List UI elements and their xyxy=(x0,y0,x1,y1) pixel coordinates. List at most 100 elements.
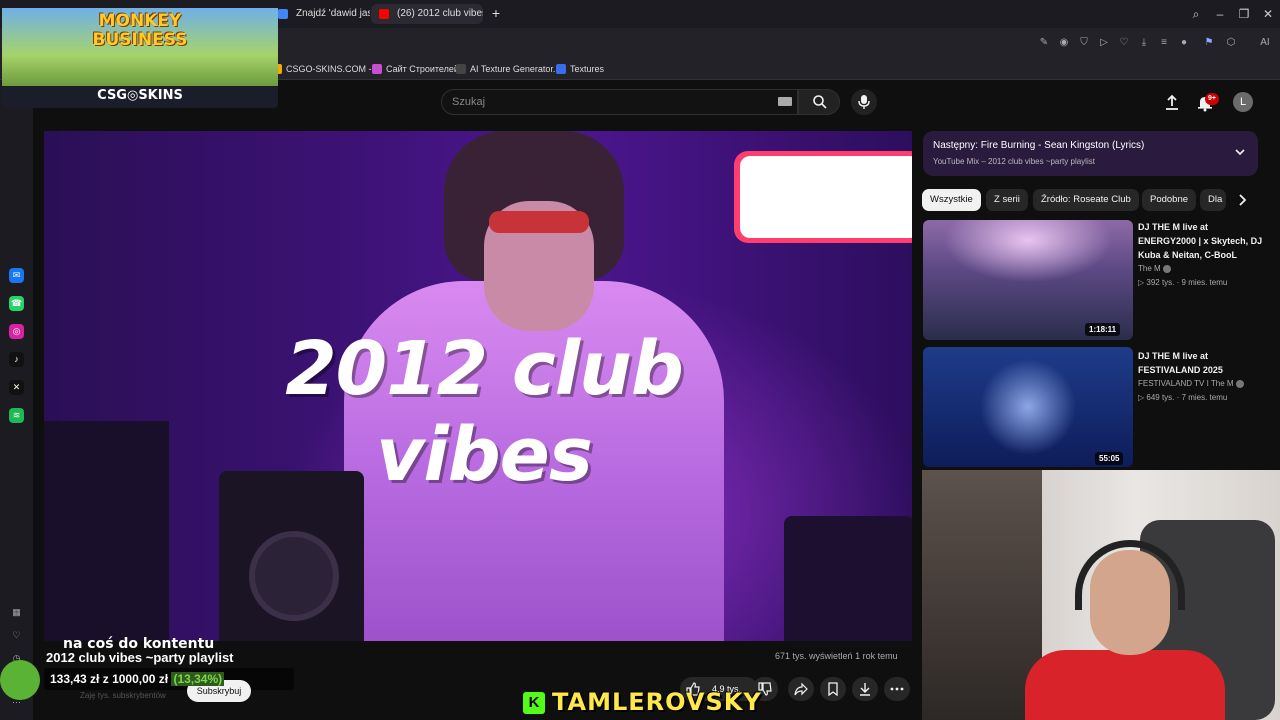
bookmark-builders[interactable]: Сайт Строителей xyxy=(372,62,459,76)
menu-icon[interactable]: ≡ xyxy=(1157,36,1171,50)
video-frame-speaker-cone xyxy=(249,531,339,621)
sponsor-title-line: BUSINESS xyxy=(92,30,188,50)
video-player[interactable]: 2012 club vibes xyxy=(44,131,912,641)
age: 9 mies. temu xyxy=(1181,278,1228,287)
cube-icon[interactable]: ⬡ xyxy=(1224,36,1238,50)
maximize-icon[interactable]: ❐ xyxy=(1236,6,1252,22)
video-overlay-title: 2012 club vibes xyxy=(285,326,684,498)
recommendation-thumbnail[interactable]: 55:05 xyxy=(923,347,1133,467)
download-button[interactable] xyxy=(852,677,878,701)
upload-icon[interactable] xyxy=(1163,94,1181,112)
save-button[interactable] xyxy=(820,677,846,701)
textures-icon xyxy=(556,64,566,74)
edit-icon[interactable]: ✎ xyxy=(1037,36,1051,50)
video-frame-shelf xyxy=(44,421,169,641)
search-input[interactable]: Szukaj xyxy=(441,89,798,115)
donation-separator: z xyxy=(102,672,109,686)
camera-icon[interactable]: ◉ xyxy=(1057,36,1071,50)
chevron-down-icon[interactable] xyxy=(1234,146,1246,158)
kick-logo-icon: K xyxy=(523,692,545,714)
download-icon[interactable]: ⤓ xyxy=(1137,36,1151,50)
age: 7 mies. temu xyxy=(1181,393,1228,402)
profile-icon[interactable]: ● xyxy=(1177,36,1191,50)
share-button[interactable] xyxy=(788,677,814,701)
minimize-icon[interactable]: – xyxy=(1212,6,1228,22)
site-icon xyxy=(372,64,382,74)
extension-icon[interactable]: ⚑ xyxy=(1202,36,1216,50)
views: 649 tys. xyxy=(1146,393,1175,402)
donation-current: 133,43 zł xyxy=(50,672,100,686)
bookmark-ai-texture[interactable]: AI Texture Generator... xyxy=(456,62,560,76)
bookmark-label: Сайт Строителей xyxy=(386,64,459,74)
play-icon[interactable]: ▷ xyxy=(1097,36,1111,50)
bookmark-icon xyxy=(828,682,838,696)
new-tab-button[interactable]: + xyxy=(488,5,504,21)
stream-alert-box-inner xyxy=(740,156,912,238)
video-title: 2012 club vibes ~party playlist xyxy=(46,650,234,665)
channel-name: The M xyxy=(1138,264,1161,273)
avatar[interactable]: L xyxy=(1233,92,1253,112)
recommendation-title[interactable]: DJ THE M live at ENERGY2000 | x Skytech,… xyxy=(1138,220,1263,262)
video-stats: 671 tys. wyświetleń 1 rok temu xyxy=(775,651,898,661)
play-icon: ▷ xyxy=(1138,393,1145,402)
views: 392 tys. xyxy=(1146,278,1175,287)
download-icon xyxy=(860,683,870,696)
chip-similar[interactable]: Podobne xyxy=(1142,189,1197,211)
recommendation-stats: ▷ 649 tys. · 7 mies. temu xyxy=(1138,393,1228,402)
bookmark-label: AI Texture Generator... xyxy=(470,64,561,74)
chip-all[interactable]: Wszystkie xyxy=(922,189,981,211)
sponsor-game-title: MONKEY BUSINESS xyxy=(80,12,200,50)
chip-source[interactable]: Źródło: Roseate Club xyxy=(1033,189,1139,211)
chevron-right-icon[interactable] xyxy=(1234,192,1250,208)
recommendation-channel[interactable]: The M xyxy=(1138,264,1171,273)
heart-icon[interactable]: ♡ xyxy=(9,628,24,643)
upload-age: 1 rok temu xyxy=(855,651,898,661)
chip-for-you[interactable]: Dla xyxy=(1200,189,1226,211)
shield-icon[interactable]: ⛉ xyxy=(1077,36,1091,50)
up-next-title: Następny: Fire Burning - Sean Kingston (… xyxy=(933,140,1145,151)
video-frame-glasses xyxy=(489,211,589,233)
recommendation-stats: ▷ 392 tys. · 9 mies. temu xyxy=(1138,278,1228,287)
chip-series[interactable]: Z serii xyxy=(986,189,1028,211)
keyboard-icon[interactable] xyxy=(778,97,792,106)
donation-goal-text: 133,43 zł z 1000,00 zł (13,34%) xyxy=(50,672,225,686)
channel-name: FESTIVALAND TV I The M xyxy=(1138,379,1234,388)
voice-search-button[interactable] xyxy=(851,89,877,115)
side-panel xyxy=(0,80,33,720)
donation-percent: (13,34%) xyxy=(171,672,225,686)
whatsapp-icon[interactable]: ☎ xyxy=(9,296,24,311)
more-horizontal-icon xyxy=(890,687,904,691)
duration-badge: 1:18:11 xyxy=(1085,323,1121,336)
x-icon[interactable]: ✕ xyxy=(9,380,24,395)
spotify-icon[interactable]: ≋ xyxy=(9,408,24,423)
verified-icon xyxy=(1235,379,1244,388)
recommendation-title[interactable]: DJ THE M live at FESTIVALAND 2025 xyxy=(1138,349,1263,377)
apps-grid-icon[interactable]: ▦ xyxy=(9,605,24,620)
up-next-panel[interactable] xyxy=(923,131,1258,176)
search-button[interactable] xyxy=(798,89,840,115)
tab-youtube[interactable]: (26) 2012 club vibes - xyxy=(371,4,483,24)
recommendation-channel[interactable]: FESTIVALAND TV I The M xyxy=(1138,379,1244,388)
search-tabs-icon[interactable]: ⌕ xyxy=(1188,6,1204,22)
streamer-name: TAMLEROVSKY xyxy=(552,688,762,716)
instagram-icon[interactable]: ◎ xyxy=(9,324,24,339)
messenger-icon[interactable]: ✉ xyxy=(9,268,24,283)
sponsor-brand: CSG◎SKINS xyxy=(97,88,183,103)
bookmark-textures[interactable]: Textures xyxy=(556,62,604,76)
tab-label: Znajdź 'dawid jasper gto xyxy=(296,8,370,19)
recommendation-thumbnail[interactable]: 1:18:11 xyxy=(923,220,1133,340)
sponsor-title-line: MONKEY xyxy=(98,11,182,31)
webcam-shirt xyxy=(1025,650,1225,720)
tiktok-icon[interactable]: ♪ xyxy=(9,352,24,367)
duration-badge: 55:05 xyxy=(1095,452,1124,465)
bookmark-label: CSGO-SKINS.COM -... xyxy=(286,64,380,74)
heart-icon[interactable]: ♡ xyxy=(1117,36,1131,50)
more-actions-button[interactable] xyxy=(884,677,910,701)
ai-icon[interactable]: AI xyxy=(1254,36,1276,50)
google-icon xyxy=(278,9,288,19)
close-window-icon[interactable]: ✕ xyxy=(1260,6,1276,22)
tab-search[interactable]: Znajdź 'dawid jasper gto xyxy=(270,4,370,24)
ai-icon xyxy=(456,64,466,74)
bookmark-csgo[interactable]: CSGO-SKINS.COM -... xyxy=(272,62,379,76)
bookmark-label: Textures xyxy=(570,64,605,74)
